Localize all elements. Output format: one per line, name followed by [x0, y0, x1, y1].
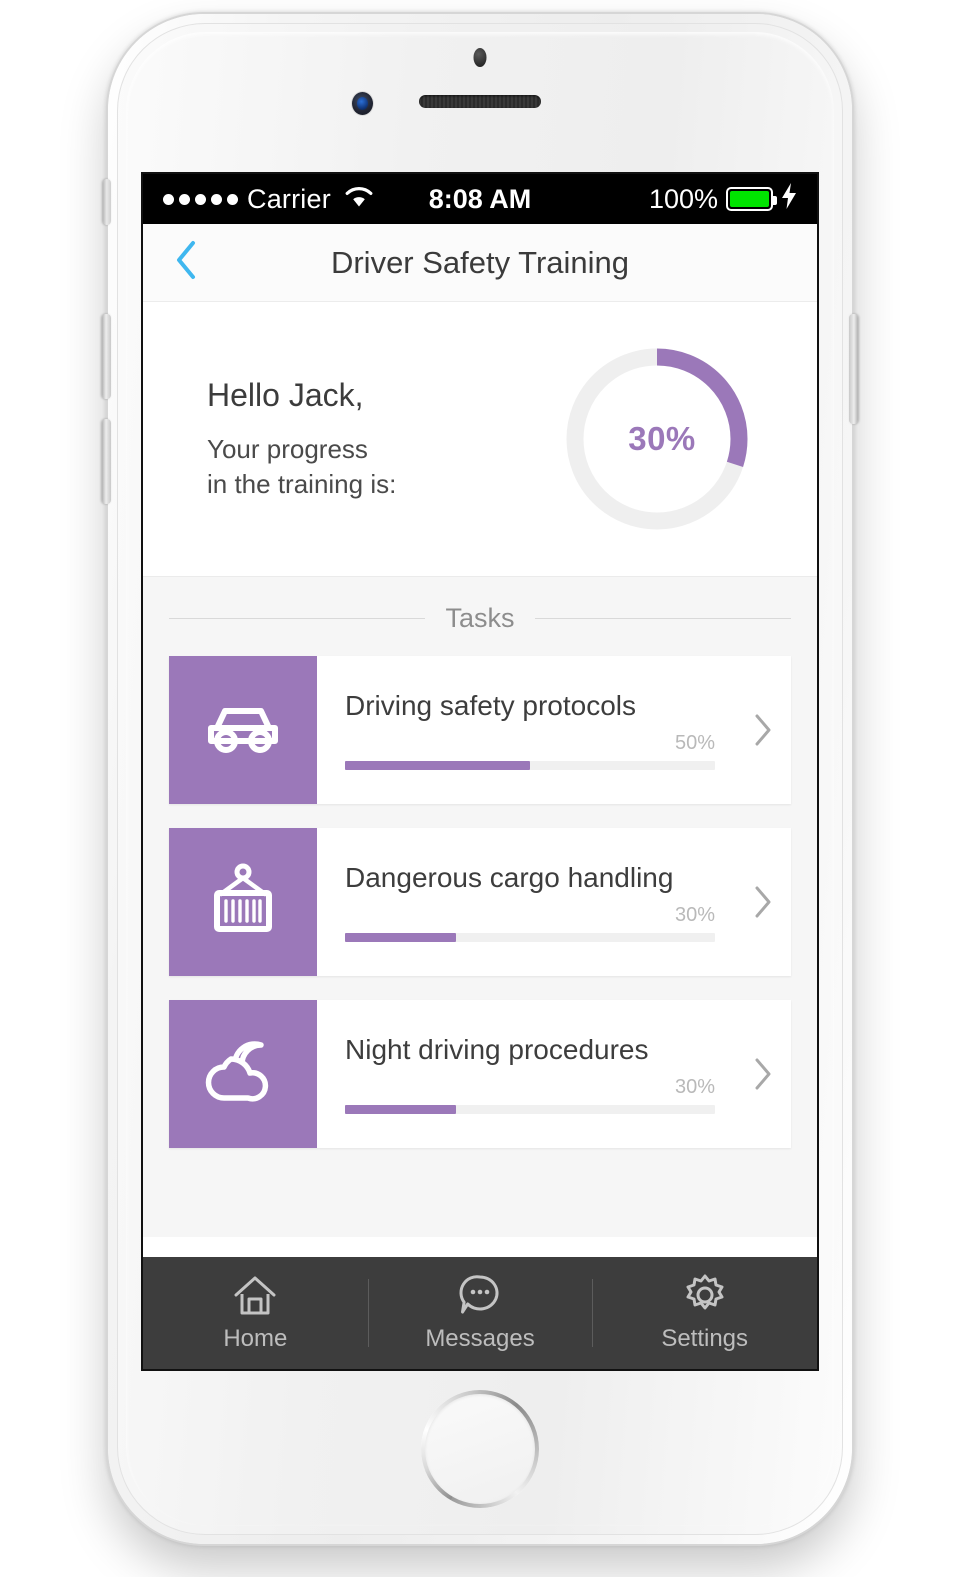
task-card[interactable]: Driving safety protocols 50% — [169, 656, 791, 804]
wifi-icon — [344, 184, 374, 215]
task-title: Driving safety protocols — [345, 690, 637, 721]
task-progress-fill — [345, 1105, 456, 1114]
task-card-body: Driving safety protocols 50% — [317, 656, 791, 804]
tasks-divider-right — [534, 618, 791, 619]
tab-messages-label: Messages — [425, 1325, 535, 1352]
volume-up-button[interactable] — [102, 314, 111, 399]
silent-switch-button[interactable] — [103, 179, 111, 225]
task-icon-tile — [169, 1000, 317, 1148]
status-bar: Carrier 8:08 AM 100% — [143, 174, 817, 224]
progress-percent-label: 30% — [628, 420, 696, 457]
tab-home-label: Home — [223, 1325, 288, 1352]
tasks-section-header: Tasks — [143, 603, 817, 634]
progress-subline: Your progress in the training is: — [207, 432, 557, 501]
volume-down-button[interactable] — [102, 419, 111, 504]
greeting-line: Hello Jack, — [207, 376, 364, 413]
chevron-right-icon[interactable] — [749, 1054, 777, 1094]
task-progress-fill — [345, 761, 530, 770]
tab-settings-label: Settings — [661, 1325, 749, 1352]
status-bar-left: Carrier — [163, 184, 374, 215]
greeting-block: Hello Jack, Your progress in the trainin… — [181, 377, 557, 501]
task-progress-track — [345, 933, 715, 942]
phone-screen: Carrier 8:08 AM 100% Driver Safety Train… — [143, 174, 817, 1369]
phone-device-frame: Carrier 8:08 AM 100% Driver Safety Train… — [102, 14, 858, 1544]
shipping-container-icon — [208, 863, 278, 942]
task-title: Dangerous cargo handling — [345, 862, 674, 893]
proximity-sensor — [473, 48, 487, 67]
progress-hero-section: Hello Jack, Your progress in the trainin… — [143, 302, 817, 577]
battery-icon — [726, 187, 777, 211]
task-card[interactable]: Night driving procedures 30% — [169, 1000, 791, 1148]
power-button[interactable] — [849, 314, 858, 424]
battery-percent-label: 100% — [648, 183, 718, 214]
chevron-right-icon[interactable] — [749, 882, 777, 922]
messages-icon — [458, 1273, 502, 1317]
task-card[interactable]: Dangerous cargo handling 30% — [169, 828, 791, 976]
home-button-ring — [421, 1390, 539, 1508]
home-button-face — [425, 1394, 535, 1504]
home-icon — [233, 1273, 277, 1317]
car-icon — [205, 698, 281, 763]
task-icon-tile — [169, 656, 317, 804]
lightning-bolt-icon — [781, 182, 797, 216]
task-card-body: Night driving procedures 30% — [317, 1000, 791, 1148]
screenshot-root: Carrier 8:08 AM 100% Driver Safety Train… — [0, 0, 960, 1577]
task-percent-label: 30% — [674, 904, 715, 926]
task-title: Night driving procedures — [345, 1034, 649, 1065]
tab-settings[interactable]: Settings — [592, 1257, 817, 1369]
front-camera — [352, 92, 373, 115]
task-progress-fill — [345, 933, 456, 942]
task-icon-tile — [169, 828, 317, 976]
chevron-right-icon[interactable] — [749, 710, 777, 750]
task-percent-label: 30% — [674, 1076, 715, 1098]
home-button[interactable] — [421, 1390, 539, 1508]
overall-progress-chart: 30% — [557, 339, 767, 539]
signal-strength-dots — [163, 193, 238, 205]
moon-cloud-icon — [203, 1037, 283, 1112]
tasks-divider-left — [169, 618, 426, 619]
progress-subline-1: Your progress — [207, 433, 368, 464]
settings-gear-icon — [683, 1273, 727, 1317]
tasks-section-label: Tasks — [445, 603, 515, 633]
earpiece-speaker — [419, 95, 541, 108]
status-bar-right: 100% — [648, 182, 797, 216]
tasks-section: Tasks Driving safety protocols 50% Dange… — [143, 577, 817, 1237]
task-percent-label: 50% — [674, 732, 715, 754]
task-progress-track — [345, 1105, 715, 1114]
progress-subline-2: in the training is: — [207, 468, 397, 499]
bottom-tab-bar: Home Messages Settings — [143, 1257, 817, 1369]
tab-home[interactable]: Home — [143, 1257, 368, 1369]
tab-messages[interactable]: Messages — [367, 1257, 593, 1369]
page-title: Driver Safety Training — [330, 244, 630, 280]
carrier-label: Carrier — [247, 183, 331, 214]
task-progress-track — [345, 761, 715, 770]
back-button[interactable] — [169, 240, 203, 285]
task-card-body: Dangerous cargo handling 30% — [317, 828, 791, 976]
chevron-left-icon — [174, 240, 198, 285]
navigation-bar: Driver Safety Training — [143, 224, 817, 302]
